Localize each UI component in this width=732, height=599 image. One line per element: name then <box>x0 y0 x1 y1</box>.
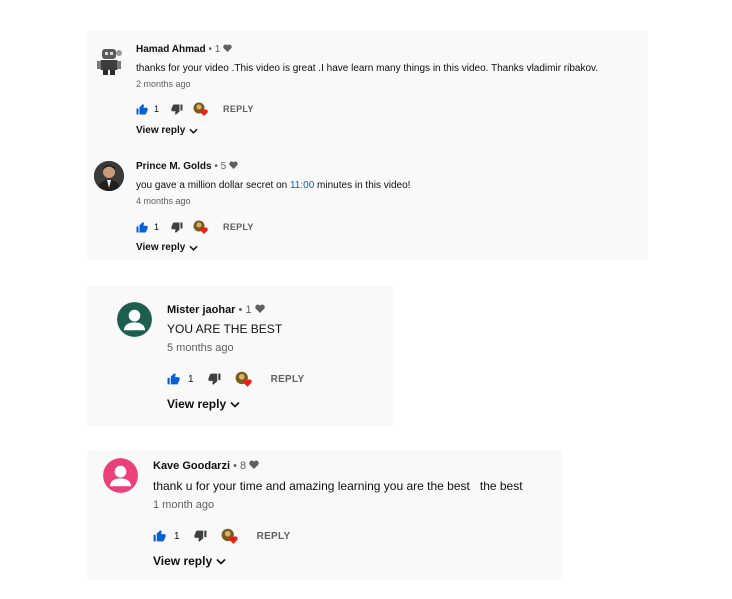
avatar-hamad-ahmad[interactable] <box>94 45 126 77</box>
comment-text-part: you gave a million dollar secret on <box>136 180 290 191</box>
comment-text: thanks for your video .This video is gre… <box>136 63 599 74</box>
default-user-avatar-icon <box>103 458 138 493</box>
view-reply-label: View reply <box>136 242 186 253</box>
like-count: 1 <box>154 222 160 232</box>
thumbs-up-icon <box>136 221 148 232</box>
robot-avatar-icon <box>97 49 122 75</box>
avatar-kave-goodarzi[interactable] <box>103 458 138 493</box>
thumbs-down-icon <box>171 222 183 233</box>
avatar-prince-m-golds[interactable] <box>94 161 124 191</box>
dislike-button[interactable] <box>193 530 207 542</box>
reply-button[interactable]: REPLY <box>271 374 305 385</box>
dislike-button[interactable] <box>207 373 221 385</box>
like-count: 1 <box>154 104 160 114</box>
comment-actions: 1 REPLY <box>153 528 290 544</box>
view-reply-label: View reply <box>153 554 213 568</box>
creator-heart-badge <box>235 371 253 387</box>
chevron-down-icon <box>189 245 198 251</box>
creator-avatar-heart-icon <box>193 220 208 234</box>
view-reply-button[interactable]: View reply <box>153 554 226 568</box>
creator-heart-count: 1 <box>245 304 252 316</box>
comment-header: Hamad Ahmad • 1 <box>136 44 232 56</box>
heart-icon <box>249 459 259 473</box>
author-name[interactable]: Hamad Ahmad <box>136 44 206 55</box>
thumbs-up-icon <box>136 103 148 114</box>
chevron-down-icon <box>230 401 240 408</box>
person-photo-avatar-icon <box>94 161 124 191</box>
thumbs-down-icon <box>207 373 221 385</box>
view-reply-button[interactable]: View reply <box>136 125 198 136</box>
creator-avatar-heart-icon <box>193 102 208 116</box>
comment-thread-card-2: Mister jaohar • 1 YOU ARE THE BEST 5 mon… <box>87 286 393 426</box>
like-button[interactable] <box>153 530 166 542</box>
author-name[interactable]: Kave Goodarzi <box>153 460 230 472</box>
dislike-button[interactable] <box>171 222 183 233</box>
view-reply-button[interactable]: View reply <box>167 397 240 411</box>
author-name[interactable]: Mister jaohar <box>167 304 235 316</box>
comment-text: you gave a million dollar secret on 11:0… <box>136 179 410 192</box>
avatar-mister-jaohar[interactable] <box>117 302 152 337</box>
author-name[interactable]: Prince M. Golds <box>136 161 212 172</box>
separator-dot: • <box>238 304 243 316</box>
creator-avatar-heart-icon <box>235 371 252 387</box>
creator-avatar-heart-icon <box>221 528 238 544</box>
comment-actions: 1 REPLY <box>136 102 254 116</box>
comment-time[interactable]: 2 months ago <box>136 79 191 90</box>
heart-icon <box>229 161 238 173</box>
view-reply-label: View reply <box>167 397 227 411</box>
dislike-button[interactable] <box>171 104 183 115</box>
comment-text: thank u for your time and amazing learni… <box>153 479 523 493</box>
separator-dot: • <box>233 460 237 472</box>
comment-header: Mister jaohar • 1 <box>167 303 265 317</box>
comment-actions: 1 REPLY <box>167 371 304 387</box>
creator-heart-badge <box>193 102 209 116</box>
heart-icon <box>223 44 232 56</box>
creator-heart-count: 5 <box>220 161 227 172</box>
like-count: 1 <box>188 373 194 385</box>
view-reply-button[interactable]: View reply <box>136 242 198 253</box>
comment-actions: 1 REPLY <box>136 220 254 234</box>
thumbs-up-icon <box>167 373 180 385</box>
thumbs-down-icon <box>193 530 207 542</box>
separator-dot: • <box>208 44 212 55</box>
creator-heart-count: 8 <box>240 460 247 472</box>
reply-button[interactable]: REPLY <box>257 531 291 542</box>
default-user-avatar-icon <box>117 302 152 337</box>
timestamp-link[interactable]: 11:00 <box>290 180 314 191</box>
comment-thread-card-3: Kave Goodarzi • 8 thank u for your time … <box>87 451 562 580</box>
like-count: 1 <box>174 530 180 542</box>
thumbs-up-icon <box>153 530 166 542</box>
creator-heart-badge <box>193 220 209 234</box>
reply-button[interactable]: REPLY <box>223 104 254 114</box>
thumbs-down-icon <box>171 104 183 115</box>
like-button[interactable] <box>167 373 180 385</box>
creator-heart-count: 1 <box>214 44 221 55</box>
chevron-down-icon <box>189 128 198 134</box>
comment-time[interactable]: 1 month ago <box>153 499 214 512</box>
comment-header: Kave Goodarzi • 8 <box>153 459 259 473</box>
separator-dot: • <box>214 161 218 172</box>
comment-time[interactable]: 4 months ago <box>136 196 191 207</box>
comment-text-part: minutes in this video! <box>314 180 411 191</box>
like-button[interactable] <box>136 103 148 115</box>
view-reply-label: View reply <box>136 125 186 136</box>
chevron-down-icon <box>216 558 226 565</box>
reply-button[interactable]: REPLY <box>223 222 254 232</box>
like-button[interactable] <box>136 221 148 233</box>
comment-thread-card-1: Hamad Ahmad • 1 thanks for your video .T… <box>87 31 648 260</box>
heart-icon <box>254 303 265 317</box>
comment-text: YOU ARE THE BEST <box>167 322 283 336</box>
comment-header: Prince M. Golds • 5 <box>136 161 238 173</box>
comment-time[interactable]: 5 months ago <box>167 342 234 355</box>
creator-heart-badge <box>221 528 239 544</box>
